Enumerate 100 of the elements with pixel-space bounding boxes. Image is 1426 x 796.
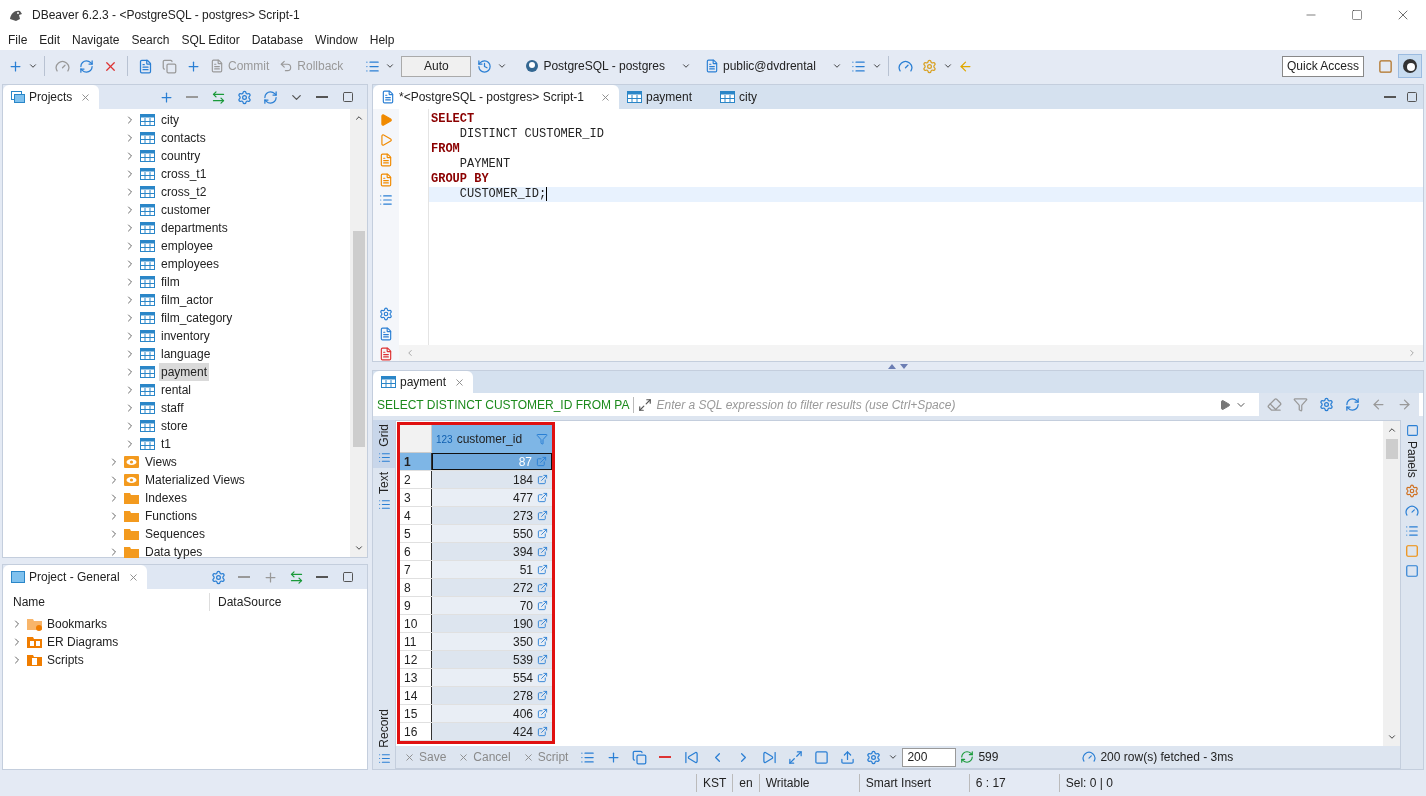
link-icon — [537, 564, 548, 575]
menu-item[interactable]: Search — [125, 31, 176, 49]
view-tab[interactable]: Grid — [373, 420, 395, 468]
menu-item[interactable]: Help — [363, 31, 401, 49]
tree-item[interactable]: cross_t1 — [159, 165, 209, 183]
tree-item[interactable]: country — [159, 147, 203, 165]
menu-item[interactable]: Window — [309, 31, 364, 49]
tree-item[interactable]: ER Diagrams — [47, 633, 119, 651]
tree-item[interactable]: city — [159, 111, 181, 129]
table-icon — [140, 330, 155, 342]
row-number[interactable]: 1 — [400, 453, 432, 470]
scroll-right-icon — [1407, 348, 1417, 358]
status-item: Sel: 0 | 0 — [1058, 774, 1139, 792]
refresh-icon — [1344, 397, 1360, 412]
tree-item[interactable]: store — [159, 417, 190, 435]
tree-item[interactable]: Functions — [143, 507, 200, 525]
gear-icon — [210, 569, 226, 585]
two-arrows-icon — [288, 569, 304, 585]
query-label[interactable]: SELECT DISTINCT CUSTOMER_ID FROM PA — [377, 395, 630, 414]
menu-item[interactable]: Database — [245, 31, 310, 49]
script-folder-icon — [27, 653, 43, 667]
view-tab[interactable]: Text — [373, 467, 395, 515]
tree-item[interactable]: customer — [159, 201, 213, 219]
tree-item[interactable]: payment — [159, 363, 210, 381]
tree-item[interactable]: film_actor — [159, 291, 215, 309]
dbeaver-perspective-button[interactable] — [1398, 54, 1422, 78]
tree-item[interactable]: film — [159, 273, 182, 291]
tree-item[interactable]: Views — [143, 453, 179, 471]
table-icon — [140, 312, 155, 324]
fetch-size-field[interactable]: 200 — [902, 747, 957, 767]
quick-access-field[interactable]: Quick Access — [1281, 55, 1364, 77]
scroll-thumb[interactable] — [1385, 439, 1398, 459]
transaction-mode-button[interactable]: Auto — [401, 55, 472, 77]
caret-icon — [888, 752, 899, 762]
table-cell[interactable]: 51 — [432, 561, 552, 578]
x-icon — [458, 751, 470, 763]
editor-tab[interactable]: city — [712, 85, 777, 109]
table-cell[interactable]: 477 — [432, 489, 552, 506]
eye-folder-icon — [124, 456, 139, 468]
table-cell[interactable]: 550 — [432, 525, 552, 542]
connection-selector[interactable]: PostgreSQL - postgres — [521, 55, 695, 77]
scroll-thumb[interactable] — [352, 231, 365, 447]
horizontal-scrollbar[interactable] — [399, 345, 1423, 361]
tree-item[interactable]: inventory — [159, 327, 212, 345]
table-icon — [140, 438, 155, 450]
table-cell[interactable]: 406 — [432, 705, 552, 722]
tree-item[interactable]: Data types — [143, 543, 205, 561]
plus-icon — [262, 569, 278, 585]
tree-item[interactable]: contacts — [159, 129, 208, 147]
table-cell[interactable]: 70 — [432, 597, 552, 614]
column-header[interactable]: 123 customer_id — [432, 425, 552, 453]
table-cell[interactable]: 539 — [432, 651, 552, 668]
table-icon — [140, 150, 155, 162]
arrow-right-icon — [1396, 397, 1412, 412]
tree-item[interactable]: staff — [159, 399, 186, 417]
copy-icon — [161, 58, 177, 74]
tree-item[interactable]: cross_t2 — [159, 183, 209, 201]
tree-item[interactable]: Materialized Views — [143, 471, 247, 489]
menu-item[interactable]: Edit — [33, 31, 67, 49]
tree-item[interactable]: departments — [159, 219, 230, 237]
column-header[interactable]: DataSource — [210, 593, 282, 611]
tree-item[interactable]: film_category — [159, 309, 235, 327]
table-icon — [140, 294, 155, 306]
tree-item[interactable]: Sequences — [143, 525, 208, 543]
table-cell[interactable]: 394 — [432, 543, 552, 560]
tree-item[interactable]: employee — [159, 237, 216, 255]
two-arrows-icon — [210, 89, 226, 105]
tree-item[interactable]: rental — [159, 381, 194, 399]
menu-item[interactable]: SQL Editor — [175, 31, 246, 49]
status-item: Smart Insert — [858, 774, 969, 792]
panels-tab[interactable]: Panels — [1403, 420, 1421, 478]
table-cell[interactable]: 424 — [432, 723, 552, 740]
menu-item[interactable]: Navigate — [66, 31, 126, 49]
table-cell[interactable]: 554 — [432, 669, 552, 686]
list-icon — [364, 58, 380, 74]
table-cell[interactable]: 278 — [432, 687, 552, 704]
editor-tab[interactable]: *<PostgreSQL - postgres> Script-1 — [373, 85, 619, 109]
table-cell[interactable]: 184 — [432, 471, 552, 488]
tree-item[interactable]: Bookmarks — [47, 615, 108, 633]
document-icon — [137, 58, 153, 74]
table-cell[interactable]: 272 — [432, 579, 552, 596]
table-cell[interactable]: 190 — [432, 615, 552, 632]
link-icon — [537, 510, 548, 521]
tree-item[interactable]: Scripts — [47, 651, 84, 669]
tree-item[interactable]: Indexes — [143, 489, 190, 507]
schema-selector[interactable]: public@dvdrental — [701, 55, 846, 77]
tree-item[interactable]: t1 — [159, 435, 173, 453]
column-header[interactable]: Name — [3, 593, 210, 611]
scrollbar[interactable] — [350, 109, 367, 557]
x-icon — [522, 751, 534, 763]
tree-item[interactable]: language — [159, 345, 213, 363]
table-cell[interactable]: 350 — [432, 633, 552, 650]
view-tab[interactable]: Record — [373, 705, 395, 769]
table-cell[interactable]: 273 — [432, 507, 552, 524]
minus-icon — [238, 576, 250, 578]
list-icon — [851, 58, 867, 74]
menu-item[interactable]: File — [2, 31, 34, 49]
vertical-scrollbar[interactable] — [1383, 421, 1400, 746]
tree-item[interactable]: employees — [159, 255, 222, 273]
editor-tab[interactable]: payment — [619, 85, 712, 109]
